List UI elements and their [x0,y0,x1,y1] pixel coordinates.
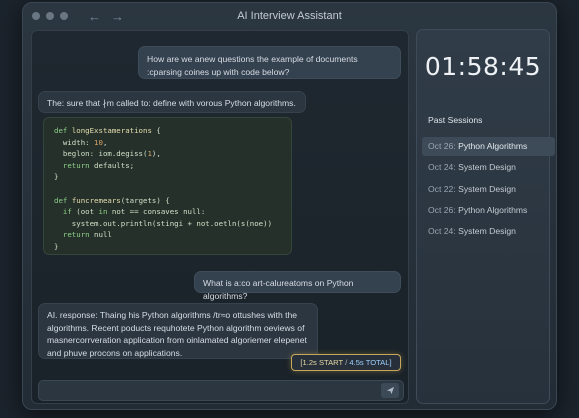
code-line: def longExstamerations { [54,125,281,137]
code-token: 10 [94,137,103,147]
past-session-item[interactable]: Oct 26: Python Algorithms [422,201,555,220]
code-token: ), [151,149,161,159]
code-line: def funcremears(targets) { [54,195,281,207]
code-line: return null [54,229,281,241]
code-token: } [54,241,59,251]
session-date: Oct 24: [428,162,459,173]
title-bar: ← → AI Interview Assistant [23,3,556,29]
past-session-item[interactable]: Oct 24: System Design [422,222,555,241]
message-input-bar [38,380,404,401]
past-session-item[interactable]: Oct 22: System Design [422,180,555,199]
code-line: system.out.println(stingi + not.oetln(s(… [54,218,281,230]
code-line: if (oot in not == consaves null: [54,206,281,218]
session-date: Oct 24: [428,226,459,237]
timing-total: 4.5s TOTAL] [349,358,392,367]
code-token: (targets) { [120,195,170,205]
app-window: ← → AI Interview Assistant How are we an… [22,2,557,410]
user-message: What is a:co art-calureatoms on Python a… [194,271,401,301]
send-button[interactable] [381,383,399,398]
code-token: width: [54,137,95,147]
code-token: beglon: iom.degiss( [54,149,148,159]
response-timing-badge: [1.2s START / 4.5s TOTAL] [291,354,401,371]
code-line: } [54,171,281,183]
close-window-button[interactable] [32,12,40,20]
session-date: Oct 22: [428,183,459,194]
code-token: return [62,230,90,240]
ai-message: AI. response: Thaing his Python algorith… [38,303,318,359]
past-session-item[interactable]: Oct 26: Python Algorithms [422,137,555,156]
code-token: return [62,160,90,170]
code-token: } [54,172,59,182]
session-date: Oct 26: [428,141,459,151]
code-block: def longExstamerations { width: 10, begl… [43,117,292,255]
code-token: null [89,230,112,240]
code-line: } [54,241,281,253]
back-arrow-icon[interactable]: ← [88,10,101,23]
minimize-window-button[interactable] [46,12,54,20]
code-token: if [62,207,72,217]
code-token: not == consaves null: [107,207,206,217]
code-line: return defaults; [54,160,281,172]
user-message: How are we anew questions the example of… [138,46,401,79]
past-session-item[interactable]: Oct 24: System Design [422,158,555,177]
code-line: width: 10, [54,137,281,149]
chat-panel: How are we anew questions the example of… [31,30,409,404]
maximize-window-button[interactable] [60,12,68,20]
code-line: beglon: iom.degiss(1), [54,148,281,160]
code-token: (oot [71,207,99,217]
window-controls [32,12,68,20]
code-token: longExstamerations [71,126,152,135]
navigation: ← → [88,10,124,23]
message-input[interactable] [45,383,365,399]
session-topic: Python Algorithms [458,141,528,151]
session-topic: Python Algorithms [458,204,528,215]
session-date: Oct 26: [428,204,459,215]
send-icon [386,386,394,395]
session-topic: System Design [458,226,516,237]
code-token: , [102,137,108,147]
session-timer: 01:58:45 [424,52,542,81]
code-token: def [54,195,72,205]
sidebar: 01:58:45 Past Sessions Oct 26: Python Al… [416,29,555,404]
session-topic: System Design [458,183,516,194]
code-token: system.out.println(stingi + not.oetln(s(… [54,218,273,228]
code-token: def [54,126,72,135]
code-token: { [151,126,161,135]
session-topic: System Design [458,162,516,173]
timing-start: [1.2s START [300,358,344,367]
code-token: funcremears [71,195,121,205]
code-token: defaults; [89,160,135,170]
ai-message: The: sure that ∤m called to: define with… [38,91,306,113]
past-sessions-heading: Past Sessions [428,115,483,125]
forward-arrow-icon[interactable]: → [111,10,124,23]
